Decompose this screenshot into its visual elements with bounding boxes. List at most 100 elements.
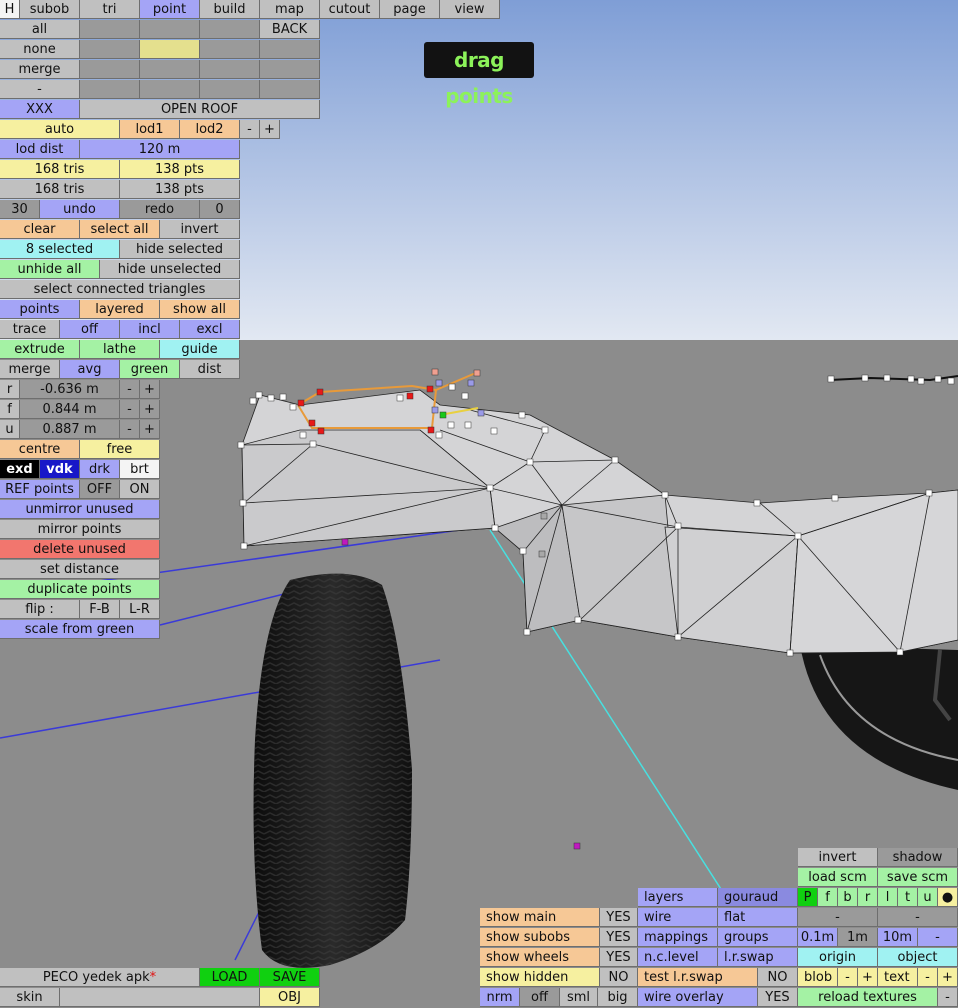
- step-10m-button[interactable]: 10m: [878, 928, 918, 947]
- show-hidden-toggle[interactable]: NO: [600, 968, 638, 987]
- layered-button[interactable]: layered: [80, 300, 160, 319]
- coord-u-plus[interactable]: +: [140, 420, 160, 439]
- view-dot-button[interactable]: ●: [938, 888, 958, 907]
- coord-r-plus[interactable]: +: [140, 380, 160, 399]
- step-1m-button[interactable]: 1m: [838, 928, 878, 947]
- text-plus-button[interactable]: +: [938, 968, 958, 987]
- xxx-button[interactable]: XXX: [0, 100, 80, 119]
- slot-button[interactable]: [80, 80, 140, 99]
- invert-view-button[interactable]: invert: [798, 848, 878, 867]
- coord-f-plus[interactable]: +: [140, 400, 160, 419]
- view-right-button[interactable]: r: [858, 888, 878, 907]
- coord-r-minus[interactable]: -: [120, 380, 140, 399]
- extrude-button[interactable]: extrude: [0, 340, 80, 359]
- ref-points-off[interactable]: OFF: [80, 480, 120, 499]
- origin-button[interactable]: origin: [798, 948, 878, 967]
- lathe-button[interactable]: lathe: [80, 340, 160, 359]
- slot-button[interactable]: [200, 60, 260, 79]
- dash-left-button[interactable]: -: [798, 908, 878, 927]
- flip-lr-button[interactable]: L-R: [120, 600, 160, 619]
- lod-dist-value[interactable]: 120 m: [80, 140, 240, 159]
- lod-minus-button[interactable]: -: [240, 120, 260, 139]
- slot-button[interactable]: [140, 80, 200, 99]
- menu-subob[interactable]: subob: [20, 0, 80, 19]
- unmirror-unused-button[interactable]: unmirror unused: [0, 500, 160, 519]
- mirror-points-button[interactable]: mirror points: [0, 520, 160, 539]
- view-persp-button[interactable]: P: [798, 888, 818, 907]
- view-left-button[interactable]: l: [878, 888, 898, 907]
- show-wheels-toggle[interactable]: YES: [600, 948, 638, 967]
- object-button[interactable]: object: [878, 948, 958, 967]
- point-size-sml[interactable]: sml: [560, 988, 598, 1007]
- step-dash-button[interactable]: -: [918, 928, 958, 947]
- avg-button[interactable]: avg: [60, 360, 120, 379]
- test-lr-swap-toggle[interactable]: NO: [758, 968, 798, 987]
- green-button[interactable]: green: [120, 360, 180, 379]
- step-01m-button[interactable]: 0.1m: [798, 928, 838, 947]
- nc-level-button[interactable]: n.c.level: [638, 948, 718, 967]
- slot-button[interactable]: [200, 40, 260, 59]
- slot-button[interactable]: [80, 40, 140, 59]
- slot-button[interactable]: [260, 60, 320, 79]
- trace-excl-button[interactable]: excl: [180, 320, 240, 339]
- view-front-button[interactable]: f: [818, 888, 838, 907]
- coord-f-minus[interactable]: -: [120, 400, 140, 419]
- coord-u-value[interactable]: 0.887 m: [20, 420, 120, 439]
- clear-button[interactable]: clear: [0, 220, 80, 239]
- menu-view[interactable]: view: [440, 0, 500, 19]
- wire-overlay-toggle[interactable]: YES: [758, 988, 798, 1007]
- lr-swap-button[interactable]: l.r.swap: [718, 948, 798, 967]
- slot-button[interactable]: [200, 20, 260, 39]
- redo-button[interactable]: redo: [120, 200, 200, 219]
- lod2-button[interactable]: lod2: [180, 120, 240, 139]
- menu-tri[interactable]: tri: [80, 0, 140, 19]
- mappings-button[interactable]: mappings: [638, 928, 718, 947]
- menu-build[interactable]: build: [200, 0, 260, 19]
- trace-incl-button[interactable]: incl: [120, 320, 180, 339]
- slot-button[interactable]: [80, 20, 140, 39]
- point-size-nrm[interactable]: nrm: [480, 988, 520, 1007]
- hide-selected-button[interactable]: hide selected: [120, 240, 240, 259]
- dist-button[interactable]: dist: [180, 360, 240, 379]
- gouraud-button[interactable]: gouraud: [718, 888, 798, 907]
- ref-points-on[interactable]: ON: [120, 480, 160, 499]
- layers-button[interactable]: layers: [638, 888, 718, 907]
- delete-unused-button[interactable]: delete unused: [0, 540, 160, 559]
- points-mode-button[interactable]: points: [0, 300, 80, 319]
- show-subobs-toggle[interactable]: YES: [600, 928, 638, 947]
- trace-off-button[interactable]: off: [60, 320, 120, 339]
- select-all-points-button[interactable]: select all: [80, 220, 160, 239]
- blob-plus-button[interactable]: +: [858, 968, 878, 987]
- slot-button[interactable]: [140, 60, 200, 79]
- centre-button[interactable]: centre: [0, 440, 80, 459]
- view-under-button[interactable]: u: [918, 888, 938, 907]
- load-scm-button[interactable]: load scm: [798, 868, 878, 887]
- coord-f-value[interactable]: 0.844 m: [20, 400, 120, 419]
- skin-name-field[interactable]: [60, 988, 260, 1007]
- dash-button[interactable]: -: [0, 80, 80, 99]
- merge-button[interactable]: merge: [0, 60, 80, 79]
- point-size-big[interactable]: big: [598, 988, 638, 1007]
- menu-cutout[interactable]: cutout: [320, 0, 380, 19]
- slot-button[interactable]: [260, 40, 320, 59]
- shade-vdk-button[interactable]: vdk: [40, 460, 80, 479]
- obj-button[interactable]: OBJ: [260, 988, 320, 1007]
- slot-button[interactable]: [260, 80, 320, 99]
- skin-button[interactable]: skin: [0, 988, 60, 1007]
- guide-button[interactable]: guide: [160, 340, 240, 359]
- slot-button[interactable]: [80, 60, 140, 79]
- menu-page[interactable]: page: [380, 0, 440, 19]
- invert-selection-button[interactable]: invert: [160, 220, 240, 239]
- scale-from-green-button[interactable]: scale from green: [0, 620, 160, 639]
- show-main-toggle[interactable]: YES: [600, 908, 638, 927]
- groups-button[interactable]: groups: [718, 928, 798, 947]
- select-all-button[interactable]: all: [0, 20, 80, 39]
- back-button[interactable]: BACK: [260, 20, 320, 39]
- undo-button[interactable]: undo: [40, 200, 120, 219]
- lod-auto-button[interactable]: auto: [0, 120, 120, 139]
- select-connected-button[interactable]: select connected triangles: [0, 280, 240, 299]
- show-all-button[interactable]: show all: [160, 300, 240, 319]
- point-size-off[interactable]: off: [520, 988, 560, 1007]
- merge-points-button[interactable]: merge: [0, 360, 60, 379]
- select-none-button[interactable]: none: [0, 40, 80, 59]
